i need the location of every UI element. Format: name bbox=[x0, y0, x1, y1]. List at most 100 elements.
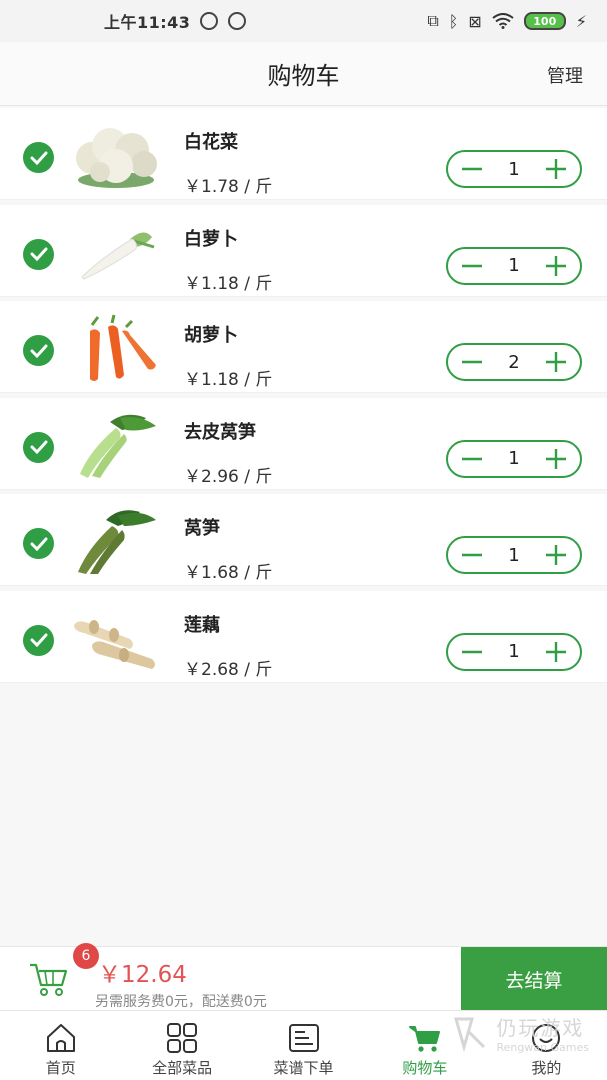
quantity-value: 1 bbox=[508, 158, 520, 180]
home-icon bbox=[46, 1024, 75, 1052]
item-price: ￥1.18 / 斤 bbox=[184, 273, 273, 294]
decrease-button[interactable] bbox=[458, 155, 486, 183]
quantity-value: 2 bbox=[508, 351, 520, 373]
increase-button[interactable] bbox=[542, 348, 570, 376]
check-icon bbox=[30, 440, 47, 454]
quantity-stepper: 2 bbox=[446, 343, 582, 381]
item-name: 莴笋 bbox=[184, 518, 220, 539]
cart-count-badge: 6 bbox=[73, 943, 99, 969]
cart-item: 白萝卜 ￥1.18 / 斤 1 bbox=[0, 204, 607, 297]
decrease-button[interactable] bbox=[458, 348, 486, 376]
item-checkbox[interactable] bbox=[23, 624, 54, 656]
quantity-value: 1 bbox=[508, 255, 520, 276]
item-checkbox[interactable] bbox=[23, 238, 54, 270]
page-title: 购物车 bbox=[267, 62, 340, 90]
plus-icon bbox=[545, 641, 566, 662]
item-checkbox[interactable] bbox=[23, 142, 54, 173]
item-price: ￥1.78 / 斤 bbox=[184, 177, 273, 197]
tab-label: 购物车 bbox=[402, 1059, 448, 1077]
check-icon bbox=[30, 151, 47, 165]
decrease-button[interactable] bbox=[458, 445, 486, 473]
decrease-button[interactable] bbox=[458, 541, 486, 569]
white-radish-image bbox=[81, 231, 155, 280]
plus-icon bbox=[545, 448, 566, 469]
tab-label: 我的 bbox=[531, 1059, 562, 1077]
item-name: 白萝卜 bbox=[184, 228, 238, 250]
quantity-value: 1 bbox=[508, 448, 520, 469]
lotus-root-image bbox=[74, 619, 155, 669]
status-time: 上午11:43 bbox=[104, 13, 191, 32]
increase-button[interactable] bbox=[542, 252, 570, 280]
quantity-value: 1 bbox=[508, 544, 520, 566]
item-checkbox[interactable] bbox=[23, 335, 54, 366]
notification-icon bbox=[200, 12, 219, 30]
item-name: 胡萝卜 bbox=[184, 325, 238, 346]
item-name: 去皮莴笋 bbox=[184, 421, 256, 443]
quantity-stepper: 1 bbox=[446, 536, 582, 574]
plus-icon bbox=[545, 255, 566, 276]
cart-item: 胡萝卜 ￥1.18 / 斤 2 bbox=[0, 301, 607, 393]
cart-item: 去皮莴笋 ￥2.96 / 斤 1 bbox=[0, 397, 607, 490]
cart-item: 莲藕 ￥2.68 / 斤 1 bbox=[0, 590, 607, 683]
item-price: ￥1.18 / 斤 bbox=[184, 370, 273, 390]
cauliflower-image bbox=[76, 128, 157, 188]
battery-indicator: 100 bbox=[523, 12, 566, 30]
total-price: ￥12.64 bbox=[98, 962, 187, 988]
minus-icon bbox=[462, 457, 482, 460]
tab-home[interactable]: 首页 bbox=[0, 1011, 121, 1080]
notification-icon-2 bbox=[228, 12, 247, 30]
quantity-stepper: 1 bbox=[446, 150, 582, 188]
status-bar: 上午11:43 ⧉ ᛒ ⊠ 100 ⚡ bbox=[0, 0, 607, 42]
plus-icon bbox=[545, 159, 566, 179]
item-price: ￥1.68 / 斤 bbox=[184, 563, 273, 583]
wifi-icon bbox=[492, 13, 514, 29]
item-name: 白花菜 bbox=[184, 132, 238, 153]
minus-icon bbox=[462, 264, 482, 267]
check-icon bbox=[30, 537, 47, 551]
item-checkbox[interactable] bbox=[23, 528, 54, 559]
quantity-stepper: 1 bbox=[446, 632, 582, 671]
watermark-logo-icon bbox=[454, 1017, 486, 1053]
item-name: 莲藕 bbox=[184, 614, 220, 636]
tab-label: 全部菜品 bbox=[152, 1059, 213, 1077]
tab-recipe-order[interactable]: 菜谱下单 bbox=[243, 1011, 364, 1080]
minus-icon bbox=[462, 167, 482, 171]
cart-item: 白花菜 ￥1.78 / 斤 1 bbox=[0, 108, 607, 200]
checkout-button[interactable]: 去结算 bbox=[461, 947, 607, 1011]
plus-icon bbox=[545, 352, 566, 372]
tab-label: 首页 bbox=[45, 1059, 76, 1077]
check-icon bbox=[30, 247, 47, 261]
increase-button[interactable] bbox=[542, 445, 570, 473]
peeled-lettuce-stem-image bbox=[80, 414, 156, 478]
cart-list: 白花菜 ￥1.78 / 斤 1 白萝卜 ￥1.18 / 斤 1 胡萝卜 ￥1.1… bbox=[0, 108, 607, 687]
page-header: 购物车 管理 bbox=[0, 42, 607, 106]
cart-icon[interactable] bbox=[28, 959, 70, 999]
manage-button[interactable]: 管理 bbox=[547, 62, 583, 88]
increase-button[interactable] bbox=[542, 541, 570, 569]
minus-icon bbox=[462, 360, 482, 364]
item-checkbox[interactable] bbox=[23, 431, 54, 463]
cart-icon bbox=[408, 1026, 440, 1052]
cart-item: 莴笋 ￥1.68 / 斤 1 bbox=[0, 494, 607, 586]
minus-icon bbox=[462, 650, 482, 653]
tab-all-dishes[interactable]: 全部菜品 bbox=[121, 1011, 242, 1080]
watermark-subtext: Rengwan Games bbox=[496, 1041, 589, 1054]
increase-button[interactable] bbox=[542, 155, 570, 183]
watermark: 仍玩游戏 Rengwan Games bbox=[450, 1012, 589, 1054]
charging-icon: ⚡ bbox=[575, 11, 587, 31]
minus-icon bbox=[462, 553, 482, 557]
lettuce-stem-image bbox=[78, 510, 156, 574]
increase-button[interactable] bbox=[542, 638, 570, 666]
check-icon bbox=[30, 633, 47, 647]
sim-icon: ⊠ bbox=[468, 11, 482, 31]
decrease-button[interactable] bbox=[458, 638, 486, 666]
checkout-bar: 6 ￥12.64 另需服务费0元，配送费0元 去结算 bbox=[0, 943, 607, 1011]
grid-icon bbox=[167, 1023, 198, 1053]
item-price: ￥2.96 / 斤 bbox=[184, 466, 273, 487]
item-price: ￥2.68 / 斤 bbox=[184, 659, 273, 680]
carrot-image bbox=[90, 314, 156, 381]
tab-label: 菜谱下单 bbox=[273, 1059, 334, 1077]
check-icon bbox=[30, 344, 47, 358]
decrease-button[interactable] bbox=[458, 252, 486, 280]
watermark-text: 仍玩游戏 bbox=[496, 1016, 585, 1040]
